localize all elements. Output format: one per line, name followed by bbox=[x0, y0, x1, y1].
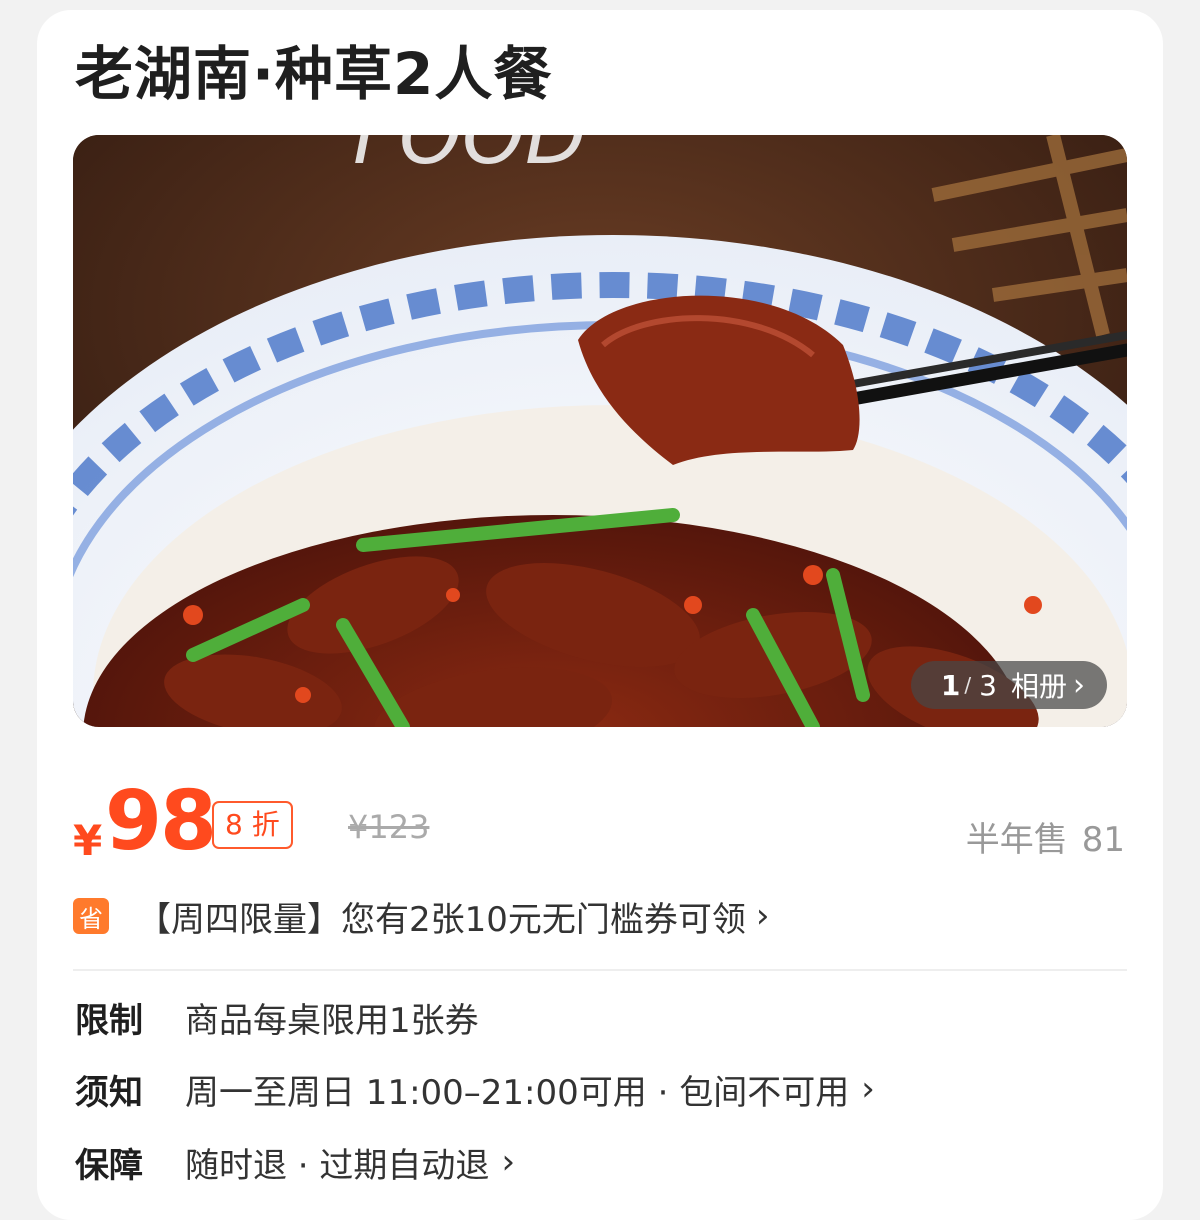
chevron-right-icon: › bbox=[501, 1142, 516, 1182]
sales-label: 半年售 bbox=[965, 820, 1068, 860]
sales-number: 81 bbox=[1081, 820, 1125, 860]
discount-badge: 8 折 bbox=[212, 801, 293, 849]
photo-overlay-text: FOOD bbox=[353, 135, 587, 182]
coupon-text: 【周四限量】您有2张10元无门槛券可领 bbox=[137, 899, 746, 940]
chevron-right-icon: › bbox=[861, 1069, 875, 1109]
info-value: 商品每桌限用1张券 bbox=[185, 1000, 479, 1041]
sales-count: 半年售 81 bbox=[966, 812, 1125, 861]
original-price: ¥123 bbox=[348, 808, 430, 846]
photo-counter-album-button[interactable]: 1 / 3 相册 › bbox=[910, 661, 1107, 709]
save-icon: 省 bbox=[73, 898, 109, 934]
deal-card: 老湖南·种草2人餐 FOOD 1 / 3 相册 › ¥ 98 8 折 ¥123 … bbox=[37, 10, 1163, 1220]
coupon-row[interactable]: 省 【周四限量】您有2张10元无门槛券可领 › bbox=[73, 890, 1127, 942]
chevron-right-icon: › bbox=[1073, 667, 1085, 703]
info-label: 保障 bbox=[75, 1145, 143, 1186]
info-value: 随时退 · 过期自动退 bbox=[185, 1145, 490, 1186]
info-value: 周一至周日 11:00–21:00可用 · 包间不可用 bbox=[185, 1072, 850, 1113]
photo-current-index: 1 bbox=[940, 668, 961, 702]
info-row-notice[interactable]: 须知 周一至周日 11:00–21:00可用 · 包间不可用 › bbox=[75, 1064, 875, 1114]
food-photo-gallery[interactable]: FOOD 1 / 3 相册 › bbox=[73, 135, 1127, 727]
info-label: 须知 bbox=[75, 1072, 143, 1113]
chevron-right-icon: › bbox=[755, 896, 770, 936]
info-row-restriction: 限制 商品每桌限用1张券 bbox=[75, 992, 479, 1042]
info-label: 限制 bbox=[75, 1000, 143, 1041]
info-row-guarantee[interactable]: 保障 随时退 · 过期自动退 › bbox=[75, 1137, 515, 1187]
currency-symbol: ¥ bbox=[73, 816, 103, 865]
price-row: ¥ 98 8 折 ¥123 半年售 81 bbox=[73, 778, 1127, 868]
deal-title: 老湖南·种草2人餐 bbox=[75, 40, 553, 108]
current-price: 98 bbox=[105, 774, 217, 869]
divider bbox=[73, 969, 1127, 971]
photo-total-count: 3 bbox=[979, 668, 997, 702]
photo-index-separator: / bbox=[964, 673, 972, 697]
food-photo: FOOD bbox=[73, 135, 1127, 727]
album-label: 相册 bbox=[1010, 670, 1067, 703]
